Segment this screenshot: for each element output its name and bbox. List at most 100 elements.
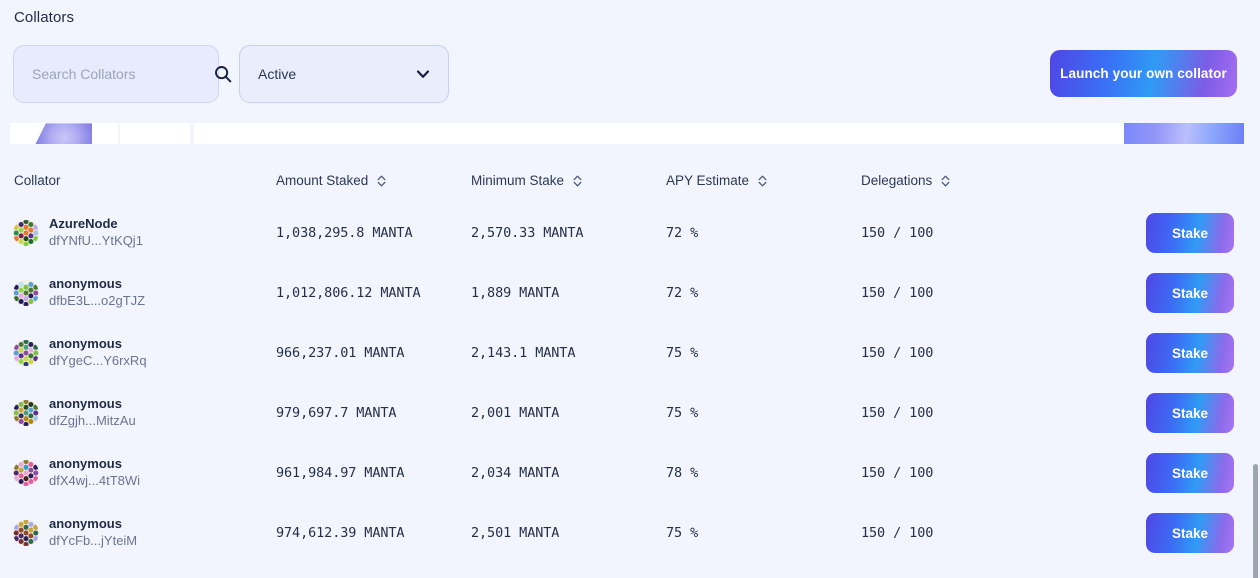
banner-card[interactable]: [120, 123, 190, 144]
cell-delegations: 150 / 100: [861, 383, 1061, 443]
column-header-apy-estimate[interactable]: APY Estimate: [666, 173, 769, 188]
sort-icon[interactable]: [939, 174, 952, 188]
collator-address: dfYgeC...Y6rxRq: [49, 353, 147, 368]
cell-delegations: 150 / 100: [861, 323, 1061, 383]
sort-icon[interactable]: [375, 174, 388, 188]
column-header-label: Collator: [14, 173, 61, 188]
column-header-minimum-stake[interactable]: Minimum Stake: [471, 173, 584, 188]
stake-button[interactable]: Stake: [1146, 333, 1234, 373]
identicon-avatar: [13, 520, 39, 546]
cell-apy-estimate: 72 %: [666, 203, 856, 263]
amount-staked-value: 1,012,806.12 MANTA: [276, 285, 421, 301]
apy-estimate-value: 75 %: [666, 405, 699, 421]
cell-amount-staked: 974,612.39 MANTA: [276, 503, 466, 563]
sort-icon[interactable]: [756, 174, 769, 188]
cell-apy-estimate: 78 %: [666, 443, 856, 503]
table-row[interactable]: anonymous dfYgeC...Y6rxRq 966,237.01 MANTA…: [0, 323, 1260, 383]
collator-address: dfZgjh...MitzAu: [49, 413, 136, 428]
amount-staked-value: 974,612.39 MANTA: [276, 525, 405, 541]
collator-name: anonymous: [49, 456, 122, 472]
cell-amount-staked: 1,038,295.8 MANTA: [276, 203, 466, 263]
cell-collator[interactable]: anonymous dfYcFb...jYteiM: [13, 503, 268, 563]
scrollbar-thumb[interactable]: [1253, 464, 1258, 578]
amount-staked-value: 966,237.01 MANTA: [276, 345, 405, 361]
cell-delegations: 150 / 100: [861, 443, 1061, 503]
column-header-label: Minimum Stake: [471, 173, 565, 188]
collator-address: dfX4wj...4tT8Wi: [49, 473, 141, 488]
cell-delegations: 150 / 100: [861, 503, 1061, 563]
cell-amount-staked: 979,697.7 MANTA: [276, 383, 466, 443]
status-filter-select[interactable]: Active: [239, 45, 449, 103]
delegations-value: 150 / 100: [861, 345, 934, 361]
amount-staked-value: 961,984.97 MANTA: [276, 465, 405, 481]
column-header-amount-staked[interactable]: Amount Staked: [276, 173, 388, 188]
table-header-row: Collator Amount Staked Minimum Stake APY: [0, 160, 1260, 203]
cell-collator[interactable]: AzureNode dfYNfU...YtKQj1: [13, 203, 268, 263]
table-row[interactable]: anonymous dfbE3L...o2gTJZ 1,012,806.12 MAN…: [0, 263, 1260, 323]
sort-icon[interactable]: [571, 174, 584, 188]
search-collators-box[interactable]: [13, 45, 232, 103]
cell-apy-estimate: 75 %: [666, 383, 856, 443]
chevron-down-icon[interactable]: [414, 65, 432, 83]
stake-button[interactable]: Stake: [1146, 393, 1234, 433]
cell-minimum-stake: 1,889 MANTA: [471, 263, 661, 323]
minimum-stake-value: 2,501 MANTA: [471, 525, 560, 541]
apy-estimate-value: 78 %: [666, 465, 699, 481]
cell-delegations: 150 / 100: [861, 203, 1061, 263]
collator-address: dfYcFb...jYteiM: [49, 533, 138, 548]
cell-action: Stake: [1146, 503, 1234, 563]
minimum-stake-value: 1,889 MANTA: [471, 285, 560, 301]
identicon-avatar: [13, 340, 39, 366]
cell-action: Stake: [1146, 443, 1234, 503]
cell-delegations: 150 / 100: [861, 263, 1061, 323]
collator-address: dfbE3L...o2gTJZ: [49, 293, 146, 308]
cell-amount-staked: 961,984.97 MANTA: [276, 443, 466, 503]
collator-address: dfYNfU...YtKQj1: [49, 233, 143, 248]
minimum-stake-value: 2,001 MANTA: [471, 405, 560, 421]
vertical-scrollbar[interactable]: [1252, 231, 1260, 578]
column-header-label: APY Estimate: [666, 173, 750, 188]
delegations-value: 150 / 100: [861, 465, 934, 481]
column-header-label: Amount Staked: [276, 173, 369, 188]
cell-amount-staked: 1,012,806.12 MANTA: [276, 263, 466, 323]
delegations-value: 150 / 100: [861, 525, 934, 541]
stake-button[interactable]: Stake: [1146, 213, 1234, 253]
identicon-avatar: [13, 220, 39, 246]
stake-button[interactable]: Stake: [1146, 453, 1234, 493]
minimum-stake-value: 2,034 MANTA: [471, 465, 560, 481]
banner-card[interactable]: [194, 123, 1244, 144]
table-row[interactable]: anonymous dfYcFb...jYteiM 974,612.39 MANTA…: [0, 503, 1260, 563]
page-title: Collators: [14, 9, 75, 26]
launch-your-own-collator-button[interactable]: Launch your own collator: [1050, 50, 1237, 97]
cell-collator[interactable]: anonymous dfYgeC...Y6rxRq: [13, 323, 268, 383]
cell-collator[interactable]: anonymous dfbE3L...o2gTJZ: [13, 263, 268, 323]
column-header-delegations[interactable]: Delegations: [861, 173, 952, 188]
banner-artwork-icon: [26, 123, 92, 144]
collator-name: anonymous: [49, 396, 122, 412]
amount-staked-value: 979,697.7 MANTA: [276, 405, 397, 421]
stake-button[interactable]: Stake: [1146, 273, 1234, 313]
cell-minimum-stake: 2,501 MANTA: [471, 503, 661, 563]
collators-table: Collator Amount Staked Minimum Stake APY: [0, 160, 1260, 563]
column-header-label: Delegations: [861, 173, 933, 188]
cell-collator[interactable]: anonymous dfX4wj...4tT8Wi: [13, 443, 268, 503]
search-input[interactable]: [32, 46, 213, 102]
table-row[interactable]: AzureNode dfYNfU...YtKQj1 1,038,295.8 MANT…: [0, 203, 1260, 263]
table-row[interactable]: anonymous dfX4wj...4tT8Wi 961,984.97 MANTA…: [0, 443, 1260, 503]
amount-staked-value: 1,038,295.8 MANTA: [276, 225, 413, 241]
stake-button[interactable]: Stake: [1146, 513, 1234, 553]
table-row[interactable]: anonymous dfZgjh...MitzAu 979,697.7 MANTA 2…: [0, 383, 1260, 443]
search-icon[interactable]: [213, 64, 233, 84]
apy-estimate-value: 75 %: [666, 525, 699, 541]
apy-estimate-value: 72 %: [666, 225, 699, 241]
cell-minimum-stake: 2,034 MANTA: [471, 443, 661, 503]
collator-name: anonymous: [49, 516, 122, 532]
minimum-stake-value: 2,143.1 MANTA: [471, 345, 576, 361]
cell-minimum-stake: 2,570.33 MANTA: [471, 203, 661, 263]
cell-apy-estimate: 75 %: [666, 503, 856, 563]
collator-banner-strip: [0, 123, 1260, 144]
cell-minimum-stake: 2,143.1 MANTA: [471, 323, 661, 383]
banner-card[interactable]: [10, 123, 118, 144]
table-body: AzureNode dfYNfU...YtKQj1 1,038,295.8 MANT…: [0, 203, 1260, 563]
cell-collator[interactable]: anonymous dfZgjh...MitzAu: [13, 383, 268, 443]
